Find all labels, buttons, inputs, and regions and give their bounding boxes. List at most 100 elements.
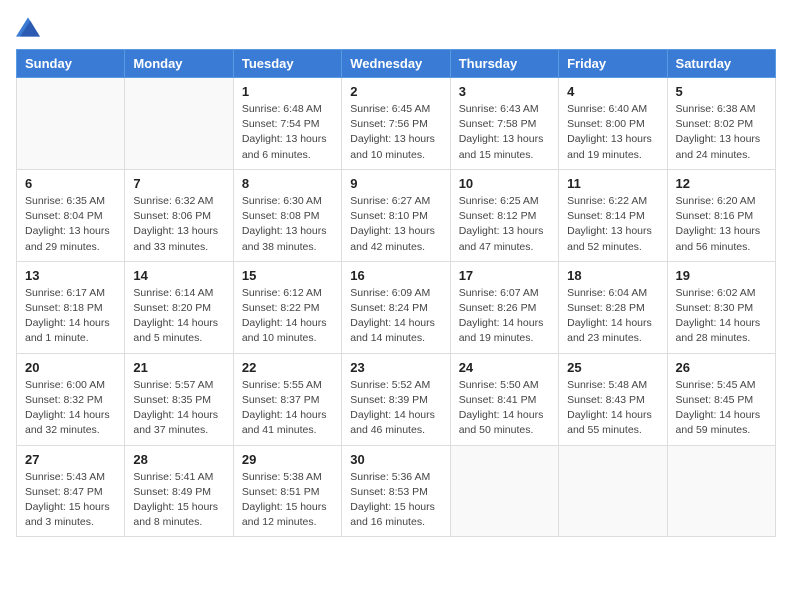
calendar-day-cell: 26 Sunrise: 5:45 AM Sunset: 8:45 PM Dayli…	[667, 353, 775, 445]
calendar-day-cell: 16 Sunrise: 6:09 AM Sunset: 8:24 PM Dayli…	[342, 261, 450, 353]
day-info: Sunrise: 6:12 AM Sunset: 8:22 PM Dayligh…	[242, 286, 333, 347]
calendar-day-cell: 1 Sunrise: 6:48 AM Sunset: 7:54 PM Daylig…	[233, 78, 341, 170]
calendar-week-row: 13 Sunrise: 6:17 AM Sunset: 8:18 PM Dayli…	[17, 261, 776, 353]
day-info: Sunrise: 5:52 AM Sunset: 8:39 PM Dayligh…	[350, 378, 441, 439]
day-number: 4	[567, 84, 658, 99]
calendar-week-row: 1 Sunrise: 6:48 AM Sunset: 7:54 PM Daylig…	[17, 78, 776, 170]
day-number: 30	[350, 452, 441, 467]
calendar-day-cell: 19 Sunrise: 6:02 AM Sunset: 8:30 PM Dayli…	[667, 261, 775, 353]
day-number: 24	[459, 360, 550, 375]
calendar-body: 1 Sunrise: 6:48 AM Sunset: 7:54 PM Daylig…	[17, 78, 776, 537]
calendar-day-cell: 28 Sunrise: 5:41 AM Sunset: 8:49 PM Dayli…	[125, 445, 233, 537]
day-of-week-header: Monday	[125, 50, 233, 78]
calendar-header: SundayMondayTuesdayWednesdayThursdayFrid…	[17, 50, 776, 78]
day-number: 28	[133, 452, 224, 467]
calendar-day-cell: 3Sunrise: 6:43 AM Sunset: 7:58 PM Daylig…	[450, 78, 558, 170]
calendar-day-cell: 2 Sunrise: 6:45 AM Sunset: 7:56 PM Daylig…	[342, 78, 450, 170]
day-number: 29	[242, 452, 333, 467]
calendar-day-cell: 27 Sunrise: 5:43 AM Sunset: 8:47 PM Dayli…	[17, 445, 125, 537]
calendar-day-cell: 8Sunrise: 6:30 AM Sunset: 8:08 PM Daylig…	[233, 169, 341, 261]
day-info: Sunrise: 6:07 AM Sunset: 8:26 PM Dayligh…	[459, 286, 550, 347]
day-number: 23	[350, 360, 441, 375]
day-number: 14	[133, 268, 224, 283]
calendar-day-cell: 18Sunrise: 6:04 AM Sunset: 8:28 PM Dayli…	[559, 261, 667, 353]
calendar-day-cell: 11Sunrise: 6:22 AM Sunset: 8:14 PM Dayli…	[559, 169, 667, 261]
calendar-day-cell: 29Sunrise: 5:38 AM Sunset: 8:51 PM Dayli…	[233, 445, 341, 537]
day-info: Sunrise: 6:02 AM Sunset: 8:30 PM Dayligh…	[676, 286, 767, 347]
day-number: 16	[350, 268, 441, 283]
day-number: 19	[676, 268, 767, 283]
calendar-day-cell	[559, 445, 667, 537]
day-of-week-header: Tuesday	[233, 50, 341, 78]
day-number: 7	[133, 176, 224, 191]
day-info: Sunrise: 6:27 AM Sunset: 8:10 PM Dayligh…	[350, 194, 441, 255]
day-info: Sunrise: 6:40 AM Sunset: 8:00 PM Dayligh…	[567, 102, 658, 163]
day-number: 26	[676, 360, 767, 375]
day-info: Sunrise: 5:57 AM Sunset: 8:35 PM Dayligh…	[133, 378, 224, 439]
day-number: 17	[459, 268, 550, 283]
day-info: Sunrise: 6:30 AM Sunset: 8:08 PM Dayligh…	[242, 194, 333, 255]
day-number: 1	[242, 84, 333, 99]
day-info: Sunrise: 5:55 AM Sunset: 8:37 PM Dayligh…	[242, 378, 333, 439]
day-number: 20	[25, 360, 116, 375]
day-info: Sunrise: 6:17 AM Sunset: 8:18 PM Dayligh…	[25, 286, 116, 347]
day-info: Sunrise: 5:48 AM Sunset: 8:43 PM Dayligh…	[567, 378, 658, 439]
day-info: Sunrise: 6:38 AM Sunset: 8:02 PM Dayligh…	[676, 102, 767, 163]
calendar-day-cell: 22 Sunrise: 5:55 AM Sunset: 8:37 PM Dayli…	[233, 353, 341, 445]
day-number: 6	[25, 176, 116, 191]
calendar-day-cell	[125, 78, 233, 170]
day-info: Sunrise: 6:04 AM Sunset: 8:28 PM Dayligh…	[567, 286, 658, 347]
day-number: 12	[676, 176, 767, 191]
calendar-day-cell: 25 Sunrise: 5:48 AM Sunset: 8:43 PM Dayli…	[559, 353, 667, 445]
calendar-day-cell: 13 Sunrise: 6:17 AM Sunset: 8:18 PM Dayli…	[17, 261, 125, 353]
calendar-day-cell: 10 Sunrise: 6:25 AM Sunset: 8:12 PM Dayli…	[450, 169, 558, 261]
calendar-day-cell: 24Sunrise: 5:50 AM Sunset: 8:41 PM Dayli…	[450, 353, 558, 445]
days-of-week-row: SundayMondayTuesdayWednesdayThursdayFrid…	[17, 50, 776, 78]
day-info: Sunrise: 5:36 AM Sunset: 8:53 PM Dayligh…	[350, 470, 441, 531]
calendar-day-cell: 21 Sunrise: 5:57 AM Sunset: 8:35 PM Dayli…	[125, 353, 233, 445]
day-info: Sunrise: 6:35 AM Sunset: 8:04 PM Dayligh…	[25, 194, 116, 255]
day-info: Sunrise: 6:32 AM Sunset: 8:06 PM Dayligh…	[133, 194, 224, 255]
calendar-day-cell: 15 Sunrise: 6:12 AM Sunset: 8:22 PM Dayli…	[233, 261, 341, 353]
day-number: 2	[350, 84, 441, 99]
day-number: 15	[242, 268, 333, 283]
calendar-day-cell: 7 Sunrise: 6:32 AM Sunset: 8:06 PM Daylig…	[125, 169, 233, 261]
calendar-day-cell: 9 Sunrise: 6:27 AM Sunset: 8:10 PM Daylig…	[342, 169, 450, 261]
day-info: Sunrise: 6:14 AM Sunset: 8:20 PM Dayligh…	[133, 286, 224, 347]
day-info: Sunrise: 6:22 AM Sunset: 8:14 PM Dayligh…	[567, 194, 658, 255]
calendar: SundayMondayTuesdayWednesdayThursdayFrid…	[16, 49, 776, 537]
day-number: 21	[133, 360, 224, 375]
day-info: Sunrise: 5:45 AM Sunset: 8:45 PM Dayligh…	[676, 378, 767, 439]
calendar-day-cell: 6 Sunrise: 6:35 AM Sunset: 8:04 PM Daylig…	[17, 169, 125, 261]
day-of-week-header: Friday	[559, 50, 667, 78]
day-number: 13	[25, 268, 116, 283]
day-number: 5	[676, 84, 767, 99]
day-number: 9	[350, 176, 441, 191]
calendar-day-cell: 20Sunrise: 6:00 AM Sunset: 8:32 PM Dayli…	[17, 353, 125, 445]
day-info: Sunrise: 6:48 AM Sunset: 7:54 PM Dayligh…	[242, 102, 333, 163]
header	[16, 16, 776, 37]
day-info: Sunrise: 6:09 AM Sunset: 8:24 PM Dayligh…	[350, 286, 441, 347]
day-number: 27	[25, 452, 116, 467]
calendar-week-row: 6 Sunrise: 6:35 AM Sunset: 8:04 PM Daylig…	[17, 169, 776, 261]
logo-icon	[16, 17, 40, 37]
calendar-week-row: 27 Sunrise: 5:43 AM Sunset: 8:47 PM Dayli…	[17, 445, 776, 537]
day-info: Sunrise: 6:45 AM Sunset: 7:56 PM Dayligh…	[350, 102, 441, 163]
calendar-day-cell: 17 Sunrise: 6:07 AM Sunset: 8:26 PM Dayli…	[450, 261, 558, 353]
calendar-day-cell: 30 Sunrise: 5:36 AM Sunset: 8:53 PM Dayli…	[342, 445, 450, 537]
day-info: Sunrise: 6:25 AM Sunset: 8:12 PM Dayligh…	[459, 194, 550, 255]
day-number: 22	[242, 360, 333, 375]
calendar-day-cell: 5 Sunrise: 6:38 AM Sunset: 8:02 PM Daylig…	[667, 78, 775, 170]
day-of-week-header: Wednesday	[342, 50, 450, 78]
day-info: Sunrise: 6:43 AM Sunset: 7:58 PM Dayligh…	[459, 102, 550, 163]
day-number: 25	[567, 360, 658, 375]
day-of-week-header: Sunday	[17, 50, 125, 78]
day-of-week-header: Saturday	[667, 50, 775, 78]
day-number: 10	[459, 176, 550, 191]
calendar-day-cell: 4 Sunrise: 6:40 AM Sunset: 8:00 PM Daylig…	[559, 78, 667, 170]
day-of-week-header: Thursday	[450, 50, 558, 78]
day-info: Sunrise: 5:43 AM Sunset: 8:47 PM Dayligh…	[25, 470, 116, 531]
day-info: Sunrise: 5:41 AM Sunset: 8:49 PM Dayligh…	[133, 470, 224, 531]
calendar-day-cell: 12Sunrise: 6:20 AM Sunset: 8:16 PM Dayli…	[667, 169, 775, 261]
logo	[16, 16, 44, 37]
